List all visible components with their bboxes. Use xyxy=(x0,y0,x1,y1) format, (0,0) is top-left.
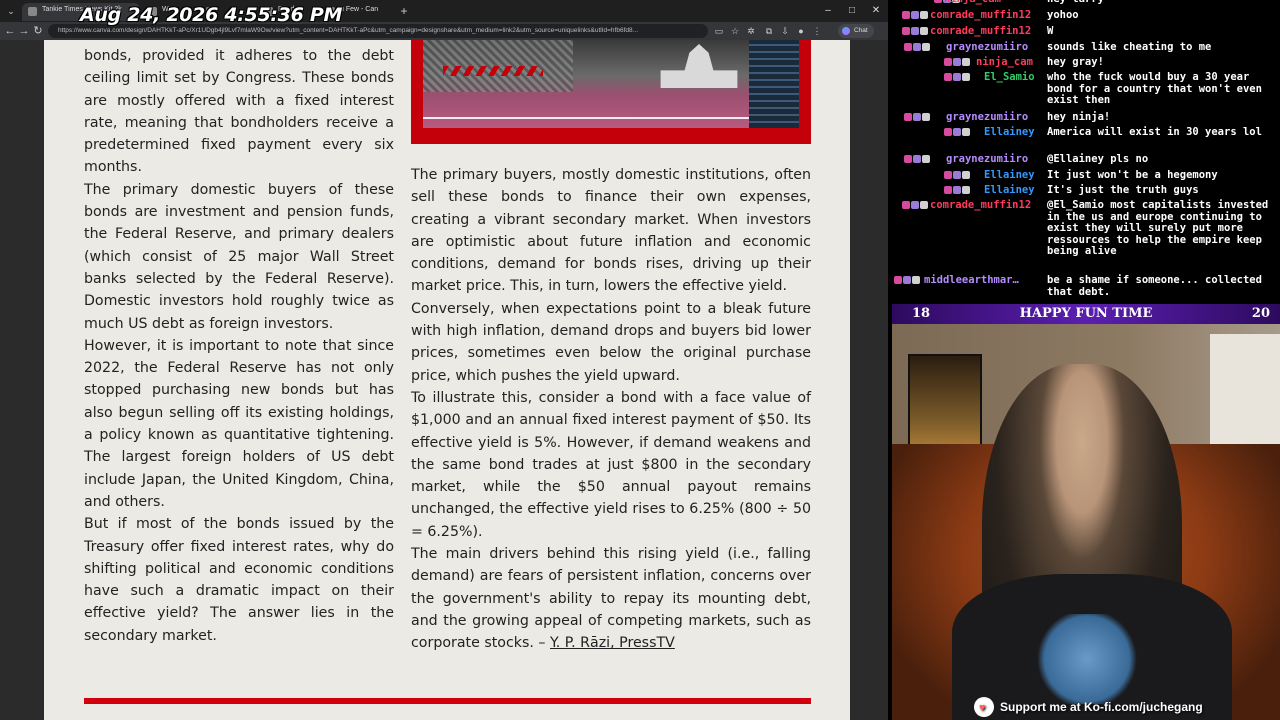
webcam-feed xyxy=(892,324,1280,720)
game-title-bar: HAPPY FUN TIME 18 20 xyxy=(892,304,1280,324)
chat-text: hey larry xyxy=(1047,0,1276,6)
new-tab-button[interactable]: + xyxy=(396,3,412,19)
kofi-banner[interactable]: Support me at Ko-fi.com/juchegang xyxy=(974,697,1203,717)
page-action-icon[interactable]: ▭ xyxy=(712,24,726,38)
profile-avatar-icon[interactable]: ● xyxy=(794,24,808,38)
chat-text: It just won't be a hegemony xyxy=(1047,169,1218,181)
chat-badges-icon xyxy=(902,11,929,20)
chat-badges-icon xyxy=(944,128,971,137)
chat-text: America will exist in 30 years lol xyxy=(1047,126,1262,138)
chat-panel: ninja_cam hey larry comrade_muffin12 yohoo c… xyxy=(888,0,1280,302)
chat-username[interactable]: graynezumiiro xyxy=(946,111,1028,124)
red-divider xyxy=(84,698,811,704)
chat-username[interactable]: Ellainey xyxy=(984,169,1035,182)
chat-text: hey ninja! xyxy=(1047,111,1111,123)
chat-badges-icon xyxy=(944,58,971,67)
downloads-icon[interactable]: ⇩ xyxy=(778,24,792,38)
chat-badges-icon xyxy=(944,186,971,195)
chat-username[interactable]: Ellainey xyxy=(984,184,1035,197)
minimize-button[interactable]: – xyxy=(818,3,838,19)
game-title: HAPPY FUN TIME xyxy=(1019,306,1153,321)
chat-text: @El_Samio most capitalists invested in t… xyxy=(1047,199,1269,258)
chat-text: It's just the truth guys xyxy=(1047,184,1199,196)
tab-label: u Few - Can xyxy=(340,6,379,13)
chat-username[interactable]: graynezumiiro xyxy=(946,153,1028,166)
chat-badges-icon xyxy=(894,276,921,285)
browser-window: ⌄ Tankie Times News Kit 2k Wo Bonds u Fe… xyxy=(0,0,888,720)
kofi-text: Support me at Ko-fi.com/juchegang xyxy=(1000,700,1203,714)
chat-text: yohoo xyxy=(1047,9,1079,21)
chat-username[interactable]: comrade_muffin12 xyxy=(930,25,1031,38)
chat-text: W xyxy=(1047,25,1054,37)
article-left-column: bonds, provided it adheres to the debt c… xyxy=(84,45,394,647)
paragraph: The primary buyers, mostly domestic inst… xyxy=(411,167,811,295)
article-image xyxy=(411,40,811,144)
paragraph: The primary domestic buyers of these bon… xyxy=(84,181,394,332)
favicon-icon xyxy=(28,7,37,16)
kofi-cup-icon xyxy=(974,697,994,717)
chat-badges-icon xyxy=(902,27,929,36)
close-window-button[interactable]: ✕ xyxy=(866,3,886,19)
paragraph: bonds, provided it adheres to the debt c… xyxy=(84,48,394,176)
chat-username[interactable]: ninja_cam xyxy=(944,0,1001,6)
chat-text: be a shame if someone... collected that … xyxy=(1047,274,1262,298)
article-right-column: The primary buyers, mostly domestic inst… xyxy=(411,164,811,655)
chat-badges-icon xyxy=(944,73,971,82)
chat-button[interactable]: Chat xyxy=(838,24,874,38)
chat-badges-icon xyxy=(904,43,931,52)
chat-username[interactable]: comrade_muffin12 xyxy=(930,9,1031,22)
datetime-overlay: Aug 24, 2026 4:55:36 PM xyxy=(80,4,343,26)
chat-username[interactable]: graynezumiiro xyxy=(946,41,1028,54)
chat-username[interactable]: middleearthmar… xyxy=(924,274,1019,287)
extension-icon[interactable]: ✲ xyxy=(744,24,758,38)
paragraph: Conversely, when expectations point to a… xyxy=(411,300,811,384)
chat-username[interactable]: Ellainey xyxy=(984,126,1035,139)
maximize-button[interactable]: □ xyxy=(842,3,862,19)
source-link[interactable]: Y. P. Rāzi, PressTV xyxy=(550,635,675,651)
chat-badges-icon xyxy=(904,155,931,164)
paragraph: The main drivers behind this rising yiel… xyxy=(411,543,811,654)
paragraph: However, it is important to note that si… xyxy=(84,337,394,510)
page-viewport[interactable]: bonds, provided it adheres to the debt c… xyxy=(0,40,888,720)
canva-page: bonds, provided it adheres to the debt c… xyxy=(44,40,850,720)
extensions-puzzle-icon[interactable]: ⧉ xyxy=(762,24,776,38)
left-counter: 18 xyxy=(912,306,931,321)
chat-username[interactable]: comrade_muffin12 xyxy=(930,199,1031,212)
chat-badges-icon xyxy=(944,171,971,180)
address-bar[interactable]: https://www.canva.com/design/DAHTKkT-aPc… xyxy=(48,24,708,38)
chat-text: who the fuck would buy a 30 year bond fo… xyxy=(1047,71,1262,107)
chat-username[interactable]: El_Samio xyxy=(984,71,1035,84)
chat-username[interactable]: ninja_cam xyxy=(976,56,1033,69)
paragraph: To illustrate this, consider a bond with… xyxy=(411,389,811,540)
chat-text: hey gray! xyxy=(1047,56,1104,68)
bookmark-star-icon[interactable]: ☆ xyxy=(728,24,742,38)
chat-badges-icon xyxy=(902,201,929,210)
chat-text: @Ellainey pls no xyxy=(1047,153,1149,165)
reload-button[interactable]: ↻ xyxy=(30,23,46,39)
chat-text: sounds like cheating to me xyxy=(1047,41,1212,53)
chat-badges-icon xyxy=(904,113,931,122)
tab-list-button[interactable]: ⌄ xyxy=(4,4,18,18)
paragraph: But if most of the bonds issued by the T… xyxy=(84,516,394,644)
right-counter: 20 xyxy=(1251,306,1270,321)
menu-dots-icon[interactable]: ⋮ xyxy=(810,24,824,38)
